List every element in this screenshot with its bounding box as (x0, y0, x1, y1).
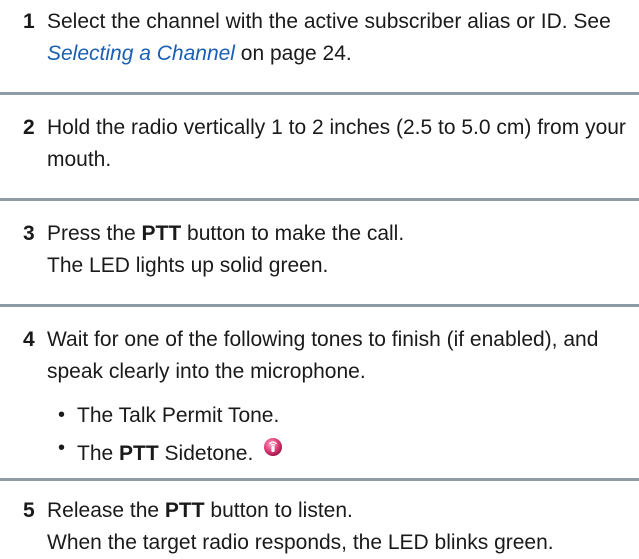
step-number: 3 (23, 222, 35, 245)
step-text: Hold the radio vertically 1 to 2 inches … (47, 116, 626, 171)
step-text: Wait for one of the following tones to f… (47, 328, 599, 383)
step-1: 1 Select the channel with the active sub… (0, 6, 639, 76)
step-text: Select the channel with the active subsc… (47, 6, 627, 70)
step-5-result: When the target radio responds, the LED … (47, 531, 554, 554)
list-item: • The PTT Sidetone. (47, 435, 607, 476)
bullet-marker: • (58, 437, 66, 459)
step-text-before: Select the channel with the active subsc… (47, 10, 611, 33)
tone-list: • The Talk Permit Tone. • The PTT Sideto… (47, 400, 607, 476)
step-number: 2 (23, 116, 35, 139)
divider (0, 304, 639, 307)
divider (0, 478, 639, 481)
step-4: 4 Wait for one of the following tones to… (0, 324, 639, 394)
bullet-marker: • (58, 404, 66, 426)
step-3: 3 Press the PTT button to make the call.… (0, 218, 639, 288)
pink-radio-icon (263, 435, 283, 467)
selecting-channel-link[interactable]: Selecting a Channel (47, 42, 235, 65)
step-line-1: Press the PTT button to make the call. (47, 222, 405, 245)
divider (0, 198, 639, 201)
step-text: Release the PTT button to listen. (47, 499, 353, 522)
ptt-label: PTT (141, 222, 182, 245)
step-number: 1 (23, 10, 35, 33)
step-number: 4 (23, 328, 35, 351)
divider (0, 92, 639, 95)
ptt-label: PTT (119, 442, 159, 465)
step-number: 5 (23, 499, 35, 522)
step-5: 5 Release the PTT button to listen. (0, 495, 639, 527)
step-2: 2 Hold the radio vertically 1 to 2 inche… (0, 112, 639, 182)
step-text-after: on page 24. (234, 42, 352, 65)
step-line-2: The LED lights up solid green. (47, 254, 329, 277)
step-text: Press the PTT button to make the call. T… (47, 218, 627, 282)
ptt-label: PTT (164, 499, 205, 522)
list-item: • The Talk Permit Tone. (47, 400, 607, 438)
